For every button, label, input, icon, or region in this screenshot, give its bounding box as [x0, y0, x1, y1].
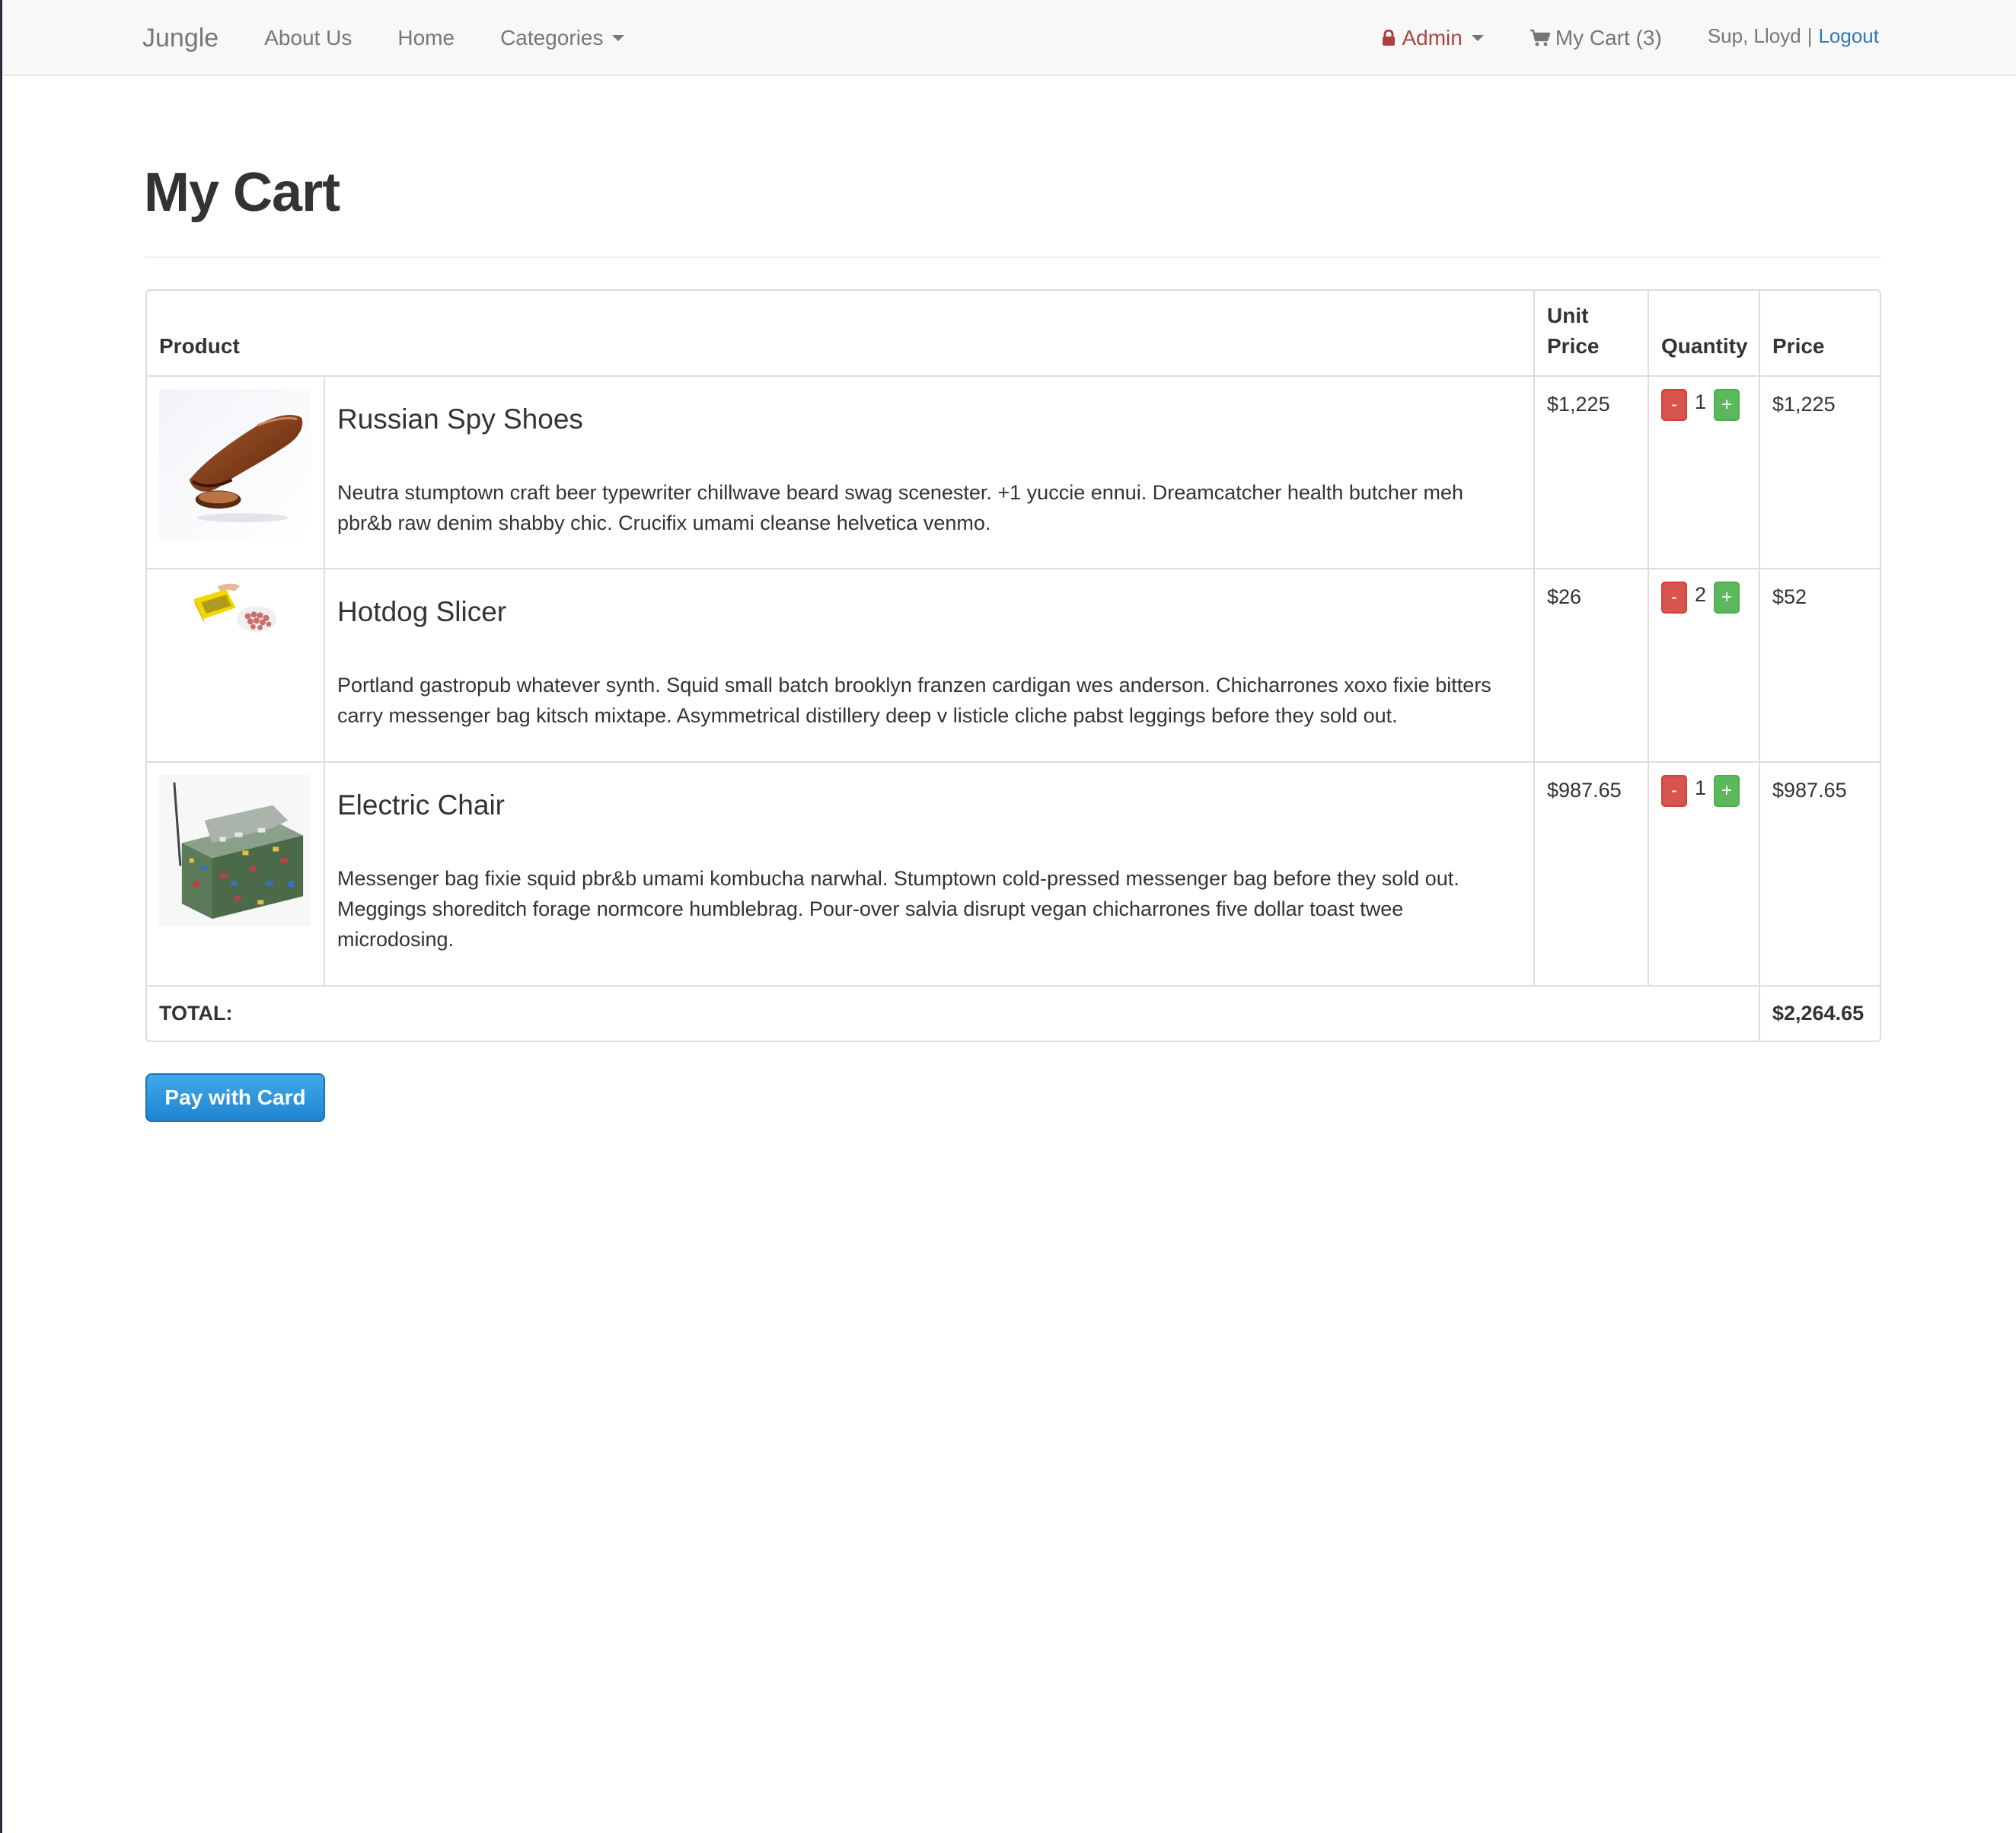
product-details-cell: Hotdog Slicer Portland gastropub whateve…	[324, 568, 1535, 763]
page-title: My Cart	[144, 162, 340, 223]
my-cart-label: My Cart (3)	[1555, 26, 1662, 49]
quantity-stepper: - 1 +	[1661, 389, 1746, 421]
total-label: TOTAL:	[147, 985, 1760, 1041]
table-header-row: Product Unit Price Quantity Price	[147, 291, 1880, 377]
line-price-cell: $987.65	[1759, 761, 1880, 987]
product-image-cell	[147, 568, 325, 763]
increase-quantity-button[interactable]: +	[1714, 389, 1740, 421]
separator: |	[1807, 24, 1813, 47]
quantity-cell: - 1 +	[1648, 375, 1760, 569]
table-row: Electric Chair Messenger bag fixie squid…	[147, 761, 1880, 987]
shopping-cart-icon	[1530, 29, 1551, 46]
unit-price-cell: $26	[1533, 568, 1649, 763]
quantity-value: 1	[1695, 390, 1707, 413]
nav-about-us[interactable]: About Us	[264, 26, 352, 50]
cart-table-panel: Product Unit Price Quantity Price Russia…	[145, 289, 1881, 1042]
product-description: Messenger bag fixie squid pbr&b umami ko…	[337, 867, 1459, 951]
admin-label: Admin	[1402, 26, 1463, 49]
line-price-cell: $1,225	[1759, 375, 1880, 569]
table-row: Russian Spy Shoes Neutra stumptown craft…	[147, 375, 1880, 569]
product-image-cell	[147, 761, 325, 987]
product-name: Electric Chair	[337, 789, 505, 821]
increase-quantity-button[interactable]: +	[1714, 775, 1740, 807]
nav-right: Admin My Cart (3) Sup, Lloyd | Logout	[1382, 0, 1879, 76]
cart-table: Product Unit Price Quantity Price Russia…	[147, 291, 1880, 1041]
decrease-quantity-button[interactable]: -	[1661, 775, 1687, 807]
nav-left: Jungle About Us Home Categories	[142, 0, 670, 76]
header-unit-price: Unit Price	[1533, 291, 1649, 377]
product-name: Russian Spy Shoes	[337, 403, 583, 435]
unit-price-cell: $987.65	[1533, 761, 1649, 987]
table-row: Hotdog Slicer Portland gastropub whateve…	[147, 568, 1880, 763]
unit-price-cell: $1,225	[1533, 375, 1649, 569]
brand-link[interactable]: Jungle	[142, 24, 219, 53]
product-description: Neutra stumptown craft beer typewriter c…	[337, 481, 1463, 534]
nav-categories-label: Categories	[500, 26, 604, 49]
nav-categories-dropdown[interactable]: Categories	[500, 26, 625, 50]
quantity-value: 2	[1695, 582, 1707, 606]
quantity-cell: - 2 +	[1648, 568, 1760, 763]
product-image-cell	[147, 375, 325, 569]
header-divider	[145, 257, 1881, 258]
total-row: TOTAL: $2,264.65	[147, 985, 1880, 1041]
product-description: Portland gastropub whatever synth. Squid…	[337, 674, 1491, 727]
quantity-stepper: - 1 +	[1661, 775, 1746, 807]
product-name: Hotdog Slicer	[337, 596, 507, 627]
pay-with-card-button[interactable]: Pay with Card	[145, 1073, 325, 1122]
logout-link[interactable]: Logout	[1818, 24, 1879, 48]
navbar: Jungle About Us Home Categories Admin My…	[2, 0, 2016, 76]
caret-down-icon	[1471, 35, 1484, 41]
page: Jungle About Us Home Categories Admin My…	[0, 0, 2016, 1833]
nav-home[interactable]: Home	[397, 26, 455, 50]
lock-icon	[1383, 30, 1396, 46]
line-price-cell: $52	[1759, 568, 1880, 763]
header-quantity: Quantity	[1648, 291, 1760, 377]
quantity-value: 1	[1695, 776, 1707, 799]
user-greeting: Sup, Lloyd	[1707, 24, 1801, 47]
header-product: Product	[147, 291, 1535, 377]
chair-image	[159, 775, 311, 926]
total-value: $2,264.65	[1759, 985, 1880, 1041]
decrease-quantity-button[interactable]: -	[1661, 389, 1687, 421]
my-cart-link[interactable]: My Cart (3)	[1530, 26, 1662, 50]
caret-down-icon	[612, 35, 625, 41]
quantity-stepper: - 2 +	[1661, 582, 1746, 614]
quantity-cell: - 1 +	[1648, 761, 1760, 987]
increase-quantity-button[interactable]: +	[1714, 582, 1740, 614]
decrease-quantity-button[interactable]: -	[1661, 582, 1687, 614]
product-details-cell: Electric Chair Messenger bag fixie squid…	[324, 761, 1535, 987]
shoe-image	[159, 389, 311, 540]
product-details-cell: Russian Spy Shoes Neutra stumptown craft…	[324, 375, 1535, 569]
slicer-image	[191, 582, 279, 633]
admin-dropdown[interactable]: Admin	[1382, 26, 1484, 50]
header-price: Price	[1759, 291, 1880, 377]
